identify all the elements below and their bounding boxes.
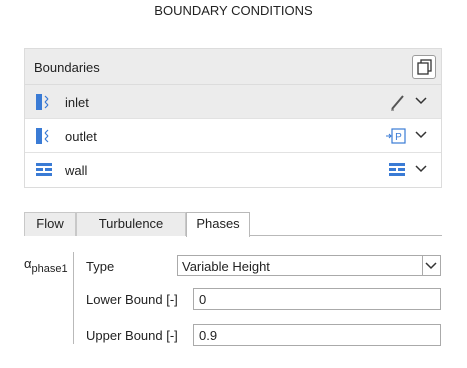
copy-button[interactable]: [412, 55, 436, 79]
chevron-down-icon[interactable]: [415, 129, 427, 141]
pencil-icon[interactable]: [389, 93, 407, 111]
chevron-down-icon[interactable]: [415, 163, 427, 175]
boundary-name: inlet: [65, 95, 89, 110]
tab-flow[interactable]: Flow: [24, 212, 76, 236]
wall-icon: [36, 163, 52, 176]
boundaries-panel: Boundaries inlet outlet P wall: [24, 48, 442, 188]
chevron-down-icon[interactable]: [415, 95, 427, 107]
page-title: BOUNDARY CONDITIONS: [154, 3, 313, 18]
upper-bound-label: Upper Bound [-]: [86, 328, 178, 343]
tab-turbulence[interactable]: Turbulence: [76, 212, 186, 236]
lower-bound-input[interactable]: [193, 288, 441, 310]
type-select-value: Variable Height: [182, 259, 270, 274]
pressure-label: P: [395, 132, 402, 143]
inlet-icon: [36, 94, 49, 110]
wall-type-icon[interactable]: [389, 163, 405, 177]
phase-divider: [73, 252, 74, 344]
type-select-arrow[interactable]: [422, 256, 440, 275]
phase-subscript: phase1: [31, 263, 68, 275]
tab-phases[interactable]: Phases: [186, 212, 250, 237]
lower-bound-label: Lower Bound [-]: [86, 292, 178, 307]
phase-symbol: αphase1: [24, 256, 68, 275]
chevron-down-icon: [425, 262, 437, 270]
boundary-row-wall[interactable]: wall: [25, 153, 441, 187]
pressure-outlet-icon[interactable]: P: [385, 127, 407, 145]
type-select[interactable]: Variable Height: [177, 255, 441, 276]
upper-bound-input[interactable]: [193, 324, 441, 346]
outlet-icon: [36, 128, 49, 144]
type-label: Type: [86, 259, 115, 274]
boundary-name: outlet: [65, 129, 97, 144]
boundary-row-outlet[interactable]: outlet P: [25, 119, 441, 153]
phase-symbol-alpha: α: [24, 256, 32, 271]
tab-bar: Flow Turbulence Phases: [24, 212, 442, 237]
boundary-row-inlet[interactable]: inlet: [25, 85, 441, 119]
boundaries-header-label: Boundaries: [34, 60, 100, 75]
copy-icon: [417, 59, 432, 75]
boundaries-header: Boundaries: [25, 49, 441, 85]
boundary-name: wall: [65, 163, 88, 178]
